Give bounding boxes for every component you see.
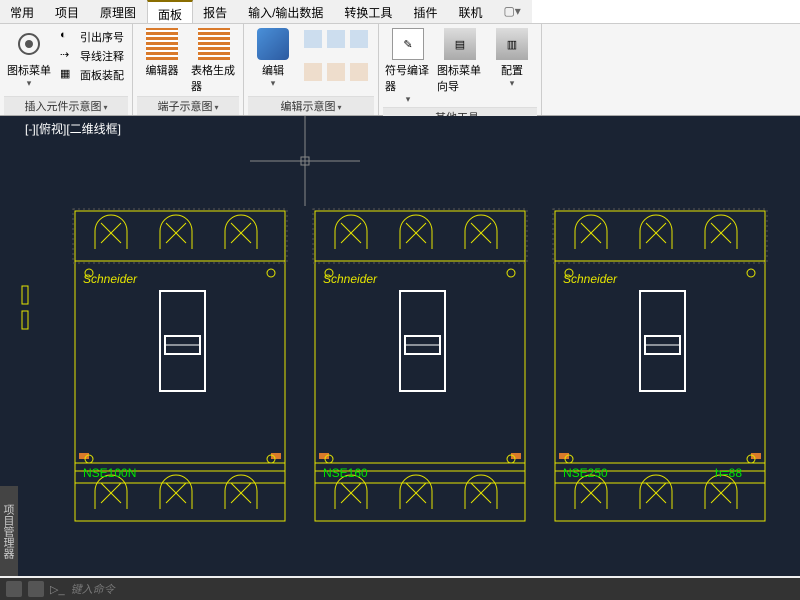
- icon-menu-label: 图标菜单: [7, 62, 51, 78]
- tab-report[interactable]: 报告: [193, 0, 238, 23]
- tab-project[interactable]: 项目: [45, 0, 90, 23]
- edit-tool-6[interactable]: [350, 63, 368, 81]
- svg-text:Schneider: Schneider: [323, 272, 378, 286]
- panel-terminal-title[interactable]: 端子示意图: [137, 96, 239, 115]
- svg-text:NSE160: NSE160: [323, 466, 368, 480]
- editor-button[interactable]: 编辑器: [137, 26, 187, 96]
- svg-text:h=88: h=88: [715, 466, 742, 480]
- svg-text:NSE100N: NSE100N: [83, 466, 136, 480]
- panel-insert-title[interactable]: 插入元件示意图: [4, 96, 128, 115]
- tab-online[interactable]: 联机: [448, 0, 493, 23]
- ribbon: 图标菜单▾ ◐引出序号 ⇢导线注释 ▦面板装配 插入元件示意图 编辑器 表格生成…: [0, 24, 800, 116]
- editor-icon: [146, 28, 178, 60]
- edit-icon: [257, 28, 289, 60]
- svg-text:Schneider: Schneider: [83, 272, 138, 286]
- panel-insert: 图标菜单▾ ◐引出序号 ⇢导线注释 ▦面板装配 插入元件示意图: [0, 24, 133, 115]
- tab-io[interactable]: 输入/输出数据: [238, 0, 334, 23]
- ribbon-tabs: 常用 项目 原理图 面板 报告 输入/输出数据 转换工具 插件 联机 ▢▾: [0, 0, 800, 24]
- tab-panel[interactable]: 面板: [147, 0, 193, 23]
- symbol-compiler-button[interactable]: ✎符号编译器▾: [383, 26, 433, 107]
- menu-icon: [13, 28, 45, 60]
- cmd-icon-2[interactable]: [28, 581, 44, 597]
- assembly-icon: ▦: [60, 67, 76, 83]
- cad-drawing: Schneider NSE100N Schneider NSE160 Schneider…: [20, 116, 800, 576]
- project-manager-tab[interactable]: 项目管理器: [0, 486, 18, 576]
- tab-overflow[interactable]: ▢▾: [493, 0, 531, 23]
- cmd-placeholder: 键入命令: [71, 581, 115, 597]
- tab-plugin[interactable]: 插件: [403, 0, 448, 23]
- panel-assembly-button[interactable]: ▦面板装配: [56, 66, 128, 84]
- panel-edit: 编辑▾ 编辑示意图: [244, 24, 379, 115]
- edit-tool-1[interactable]: [304, 30, 322, 48]
- command-line[interactable]: ▷_ 键入命令: [0, 578, 800, 600]
- wire-note-button[interactable]: ⇢导线注释: [56, 47, 128, 65]
- panel-edit-title[interactable]: 编辑示意图: [248, 96, 374, 115]
- svg-text:Schneider: Schneider: [563, 272, 618, 286]
- edit-tool-2[interactable]: [327, 30, 345, 48]
- cmd-icon-1[interactable]: [6, 581, 22, 597]
- tab-schematic[interactable]: 原理图: [90, 0, 147, 23]
- edit-tool-3[interactable]: [350, 30, 368, 48]
- panel-terminal: 编辑器 表格生成器 端子示意图: [133, 24, 244, 115]
- balloon-icon: ◐: [60, 29, 76, 45]
- edit-tool-5[interactable]: [327, 63, 345, 81]
- icon-menu-button[interactable]: 图标菜单▾: [4, 26, 54, 96]
- table-gen-icon: [198, 28, 230, 60]
- wire-icon: ⇢: [60, 48, 76, 64]
- symbol-compiler-icon: ✎: [392, 28, 424, 60]
- config-icon: ▥: [496, 28, 528, 60]
- edit-tool-4[interactable]: [304, 63, 322, 81]
- config-button[interactable]: ▥配置▾: [487, 26, 537, 107]
- menu-wizard-icon: ▤: [444, 28, 476, 60]
- panel-other: ✎符号编译器▾ ▤图标菜单向导 ▥配置▾ 其他工具: [379, 24, 542, 115]
- table-gen-button[interactable]: 表格生成器: [189, 26, 239, 96]
- svg-text:NSE250: NSE250: [563, 466, 608, 480]
- menu-wizard-button[interactable]: ▤图标菜单向导: [435, 26, 485, 107]
- tab-convert[interactable]: 转换工具: [334, 0, 403, 23]
- balloon-button[interactable]: ◐引出序号: [56, 28, 128, 46]
- edit-button[interactable]: 编辑▾: [248, 26, 298, 96]
- tab-common[interactable]: 常用: [0, 0, 45, 23]
